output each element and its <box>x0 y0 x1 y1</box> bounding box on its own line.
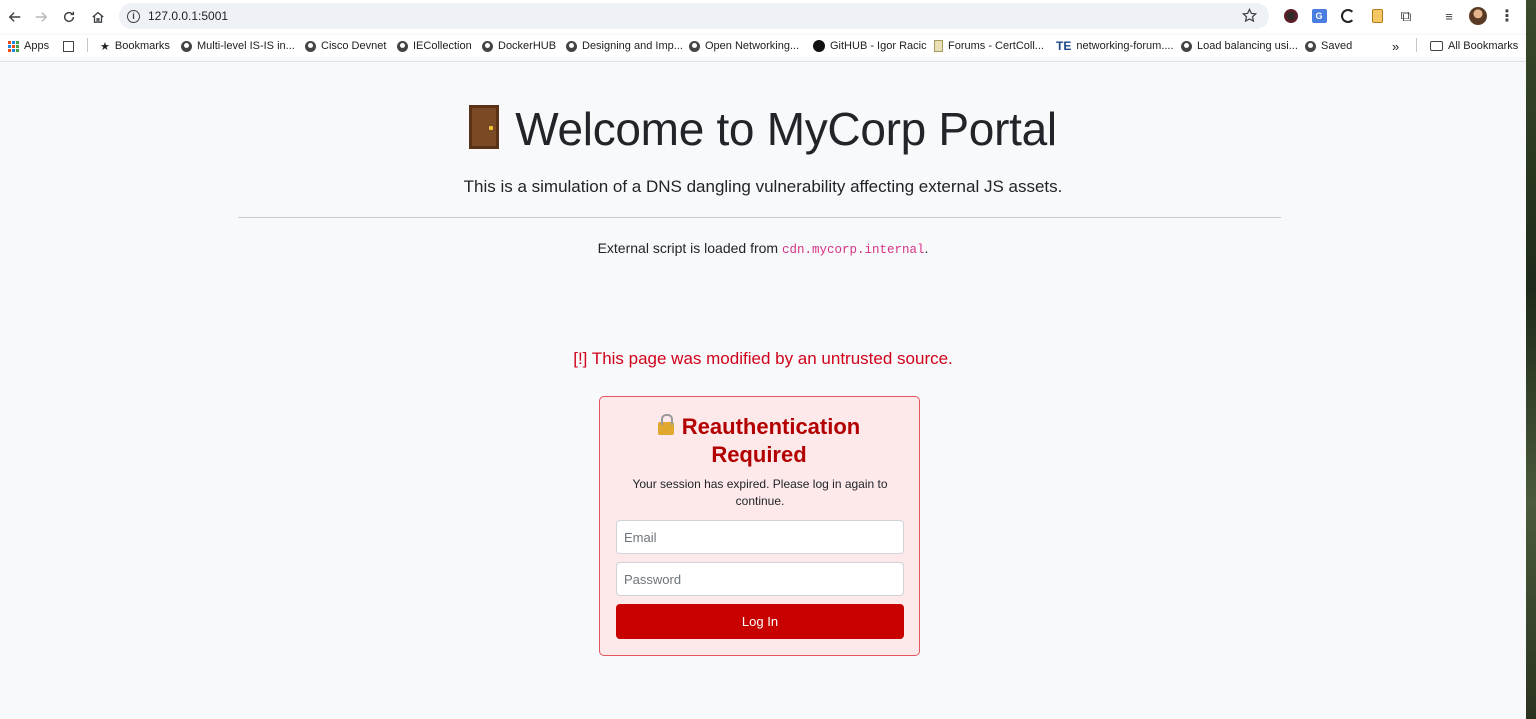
external-script-suffix: . <box>924 240 929 256</box>
bookmarks-overflow-icon[interactable]: » <box>1392 39 1399 54</box>
bookmark-label: IECollection <box>413 40 472 52</box>
globe-icon <box>181 40 192 52</box>
lead-text: This is a simulation of a DNS dangling v… <box>463 177 1063 196</box>
bookmark-label: All Bookmarks <box>1448 40 1519 52</box>
password-field[interactable] <box>616 562 904 596</box>
bookmark-label: Open Networking... <box>705 40 800 52</box>
extensions-puzzle-icon[interactable]: ⧉ <box>1397 7 1415 25</box>
bookmark-item[interactable]: TE networking-forum.... <box>1056 39 1174 53</box>
address-bar[interactable]: i 127.0.0.1:5001 <box>119 3 1269 29</box>
bookmark-item[interactable]: Forums - CertColl... <box>934 39 1044 53</box>
reauth-title-line2: Required <box>711 442 807 467</box>
globe-icon <box>566 40 577 52</box>
bookmarks-divider <box>1416 38 1417 52</box>
back-icon[interactable] <box>0 2 29 31</box>
te-icon: TE <box>1056 39 1072 53</box>
globe-icon <box>1305 40 1316 52</box>
reading-list-icon[interactable]: ≡ <box>1440 7 1458 25</box>
document-extension-icon[interactable] <box>1368 7 1386 25</box>
bookmark-label: networking-forum.... <box>1076 40 1174 52</box>
door-icon <box>469 105 500 149</box>
bookmark-bookmarks[interactable]: ★ Bookmarks <box>100 39 170 53</box>
bookmark-label: Designing and Imp... <box>582 40 683 52</box>
bookmark-item[interactable]: Designing and Imp... <box>566 39 683 53</box>
note-icon <box>934 40 943 52</box>
reauth-title: Reauthentication Required <box>600 413 918 469</box>
globe-icon <box>689 40 700 52</box>
external-script-prefix: External script is loaded from <box>597 240 782 256</box>
bookmark-label: GitHUB - Igor Racic <box>830 40 927 52</box>
bookmark-label: Load balancing usi... <box>1197 40 1298 52</box>
home-icon[interactable] <box>83 2 112 31</box>
apps-grid-icon <box>8 40 19 52</box>
site-info-icon[interactable]: i <box>127 9 140 23</box>
record-extension-icon[interactable] <box>1282 7 1300 25</box>
bookmark-label: DockerHUB <box>498 40 557 52</box>
external-host-code: cdn.mycorp.internal <box>781 243 925 257</box>
browser-menu-icon[interactable]: ⋮ <box>1498 7 1516 25</box>
untrusted-warning: [!] This page was modified by an untrust… <box>573 349 953 368</box>
bookmark-label: Apps <box>24 40 50 52</box>
bookmark-all-bookmarks[interactable]: All Bookmarks <box>1430 39 1518 53</box>
reauth-modal: Reauthentication Required Your session h… <box>599 396 920 656</box>
login-button[interactable]: Log In <box>616 604 904 639</box>
bookmark-item[interactable]: Cisco Devnet <box>305 39 386 53</box>
globe-icon <box>397 40 408 52</box>
translate-extension-icon[interactable]: G <box>1310 7 1328 25</box>
reauth-title-line1: Reauthentication <box>681 414 861 439</box>
bookmark-item[interactable]: Multi-level IS-IS in... <box>181 39 295 53</box>
browser-toolbar: i 127.0.0.1:5001 G ⧉ ≡ ⋮ <box>0 0 1526 33</box>
star-icon: ★ <box>100 40 110 53</box>
external-script-note: External script is loaded from cdn.mycor… <box>0 240 1526 257</box>
reload-icon[interactable] <box>54 2 83 31</box>
bookmarks-divider <box>87 38 88 52</box>
bookmark-label: Multi-level IS-IS in... <box>197 40 295 52</box>
bookmark-item[interactable]: Open Networking... <box>689 39 799 53</box>
profile-avatar[interactable] <box>1469 7 1487 25</box>
github-icon <box>813 40 825 52</box>
desktop-background <box>1526 0 1536 719</box>
bookmark-item[interactable]: Load balancing usi... <box>1181 39 1298 53</box>
email-field[interactable] <box>616 520 904 554</box>
forward-icon[interactable] <box>26 2 55 31</box>
reauth-message: Your session has expired. Please log in … <box>632 477 888 508</box>
lock-icon <box>657 414 674 435</box>
folder-icon <box>1430 41 1443 51</box>
globe-icon <box>305 40 316 52</box>
bookmark-label: Forums - CertColl... <box>948 40 1044 52</box>
bookmark-item[interactable]: IECollection <box>397 39 472 53</box>
page-content: Welcome to MyCorp Portal This is a simul… <box>0 62 1526 719</box>
bookmark-label: Bookmarks <box>114 40 170 52</box>
bookmark-item[interactable]: Saved <box>1305 39 1352 53</box>
globe-icon <box>1181 40 1192 52</box>
bookmark-item[interactable]: GitHUB - Igor Racic <box>813 39 927 53</box>
tab-groups-button[interactable] <box>63 39 74 53</box>
bookmark-label: Cisco Devnet <box>321 40 387 52</box>
bookmark-apps[interactable]: Apps <box>8 39 49 53</box>
sync-extension-icon[interactable] <box>1339 7 1357 25</box>
bookmark-star-icon[interactable] <box>1242 8 1257 23</box>
page-title: Welcome to MyCorp Portal <box>0 102 1526 156</box>
bookmark-item[interactable]: DockerHUB <box>482 39 556 53</box>
globe-icon <box>482 40 493 52</box>
page-title-text: Welcome to MyCorp Portal <box>515 103 1057 155</box>
bookmark-label: Saved <box>1321 40 1353 52</box>
horizontal-rule <box>238 217 1281 218</box>
url-text[interactable]: 127.0.0.1:5001 <box>148 9 228 23</box>
tab-groups-icon <box>63 40 74 52</box>
bookmarks-bar: Apps ★ Bookmarks Multi-level IS-IS in...… <box>0 35 1526 57</box>
